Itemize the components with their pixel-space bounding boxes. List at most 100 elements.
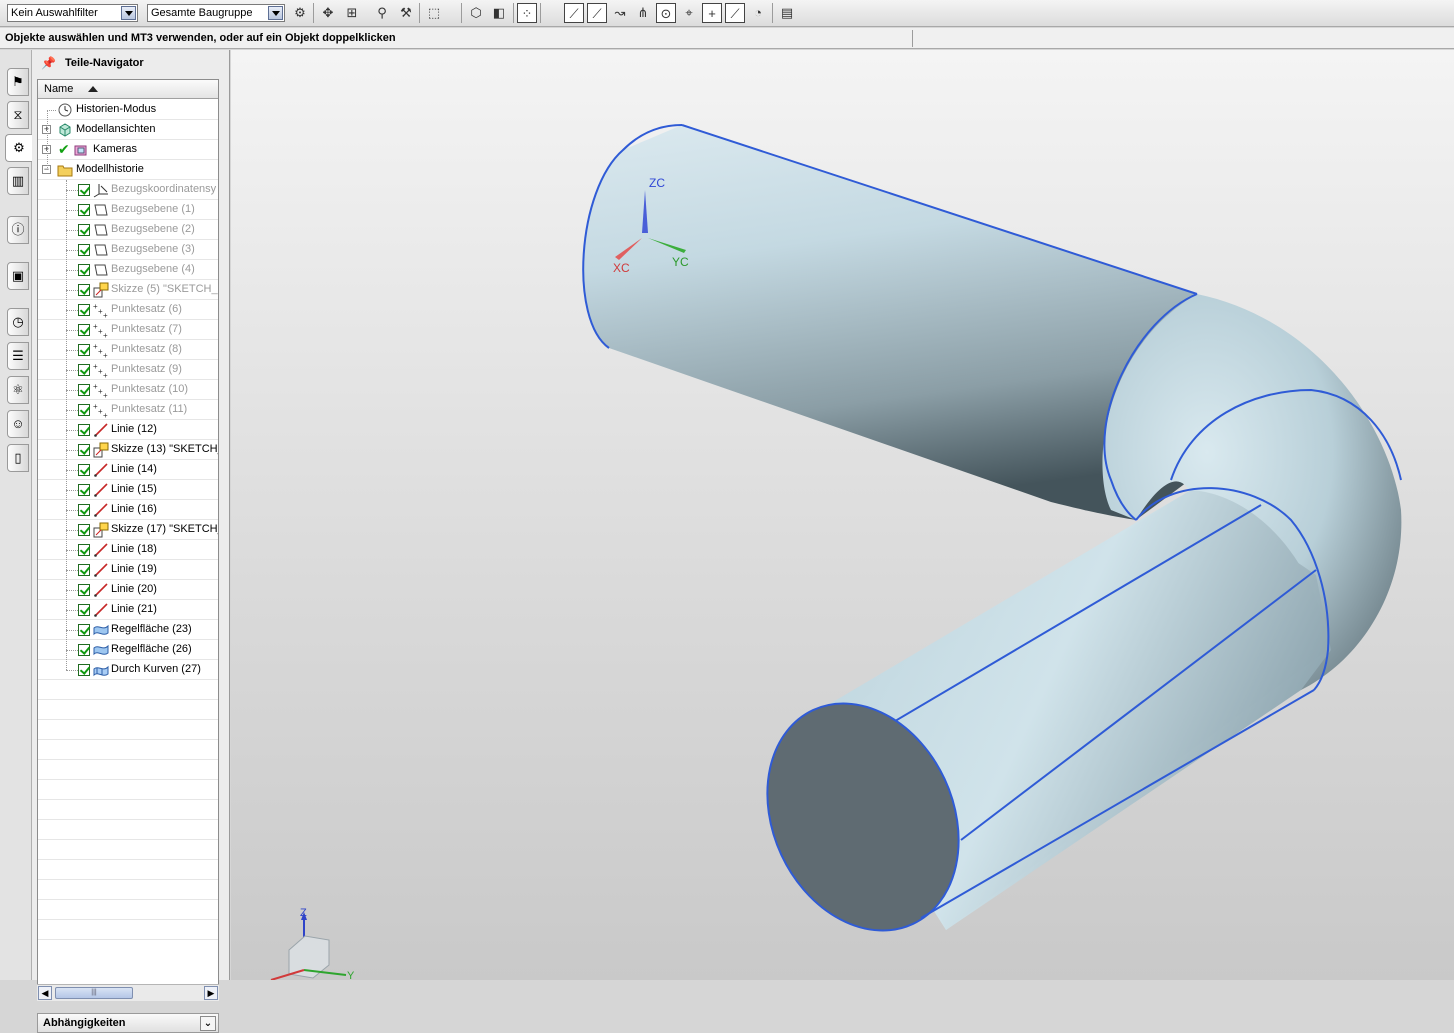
feature-checkbox[interactable]: [78, 544, 90, 556]
horizontal-scrollbar[interactable]: ◀ ||| ▶: [37, 984, 219, 1001]
tree-row[interactable]: Bezugskoordinatensy: [38, 180, 218, 200]
rectangle-select-icon[interactable]: ⬚: [424, 3, 444, 23]
palette-tab[interactable]: ▣: [7, 262, 29, 290]
chevron-down-icon[interactable]: [268, 6, 283, 20]
view-triad[interactable]: Z Y: [270, 907, 355, 980]
process-studio-tab[interactable]: ⚛: [7, 376, 29, 404]
feature-checkbox[interactable]: [78, 384, 90, 396]
column-header-name[interactable]: Name: [38, 80, 218, 99]
constraint-navigator-tab[interactable]: ⧖: [7, 101, 29, 129]
feature-checkbox[interactable]: [78, 604, 90, 616]
feature-checkbox[interactable]: [78, 504, 90, 516]
feature-checkbox[interactable]: [78, 584, 90, 596]
tree-row[interactable]: + Modellansichten: [38, 120, 218, 140]
control-point-icon[interactable]: ↝: [610, 3, 630, 23]
tree-row[interactable]: + + + Punktesatz (11): [38, 400, 218, 420]
layer-settings-icon[interactable]: ▤: [777, 3, 797, 23]
existing-point-icon[interactable]: +: [702, 3, 722, 23]
system-scenes-tab[interactable]: ▯: [7, 444, 29, 472]
tree-row[interactable]: + + + Punktesatz (8): [38, 340, 218, 360]
quadrant-point-icon[interactable]: ⌖: [679, 3, 699, 23]
shaded-cube-icon[interactable]: ◧: [489, 3, 509, 23]
tree-row[interactable]: + ✔ Kameras: [38, 140, 218, 160]
point-on-curve-icon[interactable]: ⟋: [725, 3, 745, 23]
tree-row[interactable]: Historien-Modus: [38, 100, 218, 120]
feature-checkbox[interactable]: [78, 324, 90, 336]
reuse-library-tab[interactable]: ▥: [7, 167, 29, 195]
arc-center-icon[interactable]: ⊙: [656, 3, 676, 23]
tree-row[interactable]: Regelfläche (26): [38, 640, 218, 660]
feature-checkbox[interactable]: [78, 664, 90, 676]
snap-points-icon[interactable]: ⁘: [517, 3, 537, 23]
scroll-right-button[interactable]: ▶: [204, 986, 218, 1000]
feature-checkbox[interactable]: [78, 484, 90, 496]
tree-row[interactable]: Linie (15): [38, 480, 218, 500]
feature-checkbox[interactable]: [78, 644, 90, 656]
history-tab[interactable]: ◷: [7, 308, 29, 336]
chevron-down-icon[interactable]: ⌄: [200, 1016, 216, 1031]
chevron-down-icon[interactable]: [121, 6, 136, 20]
select-similar-icon[interactable]: ⚒: [396, 3, 416, 23]
tree-row[interactable]: + + + Punktesatz (6): [38, 300, 218, 320]
tree-row[interactable]: Bezugsebene (1): [38, 200, 218, 220]
visible-check-icon[interactable]: ✔: [58, 140, 70, 159]
web-browser-tab[interactable]: ⓘ: [7, 216, 29, 244]
intersection-point-icon[interactable]: ⋔: [633, 3, 653, 23]
tree-row[interactable]: + + + Punktesatz (7): [38, 320, 218, 340]
tree-row[interactable]: Regelfläche (23): [38, 620, 218, 640]
select-box-icon[interactable]: ⊞: [342, 3, 362, 23]
model-view[interactable]: ZC XC YC Z Y: [231, 50, 1454, 980]
tree-row[interactable]: Linie (18): [38, 540, 218, 560]
feature-checkbox[interactable]: [78, 344, 90, 356]
feature-checkbox[interactable]: [78, 264, 90, 276]
tree-row[interactable]: − Modellhistorie: [38, 160, 218, 180]
scroll-left-button[interactable]: ◀: [38, 986, 52, 1000]
system-materials-tab[interactable]: ☰: [7, 342, 29, 370]
part-navigator-tab[interactable]: ⚙: [5, 134, 32, 162]
solid-body-icon[interactable]: ⬡: [466, 3, 486, 23]
feature-checkbox[interactable]: [78, 564, 90, 576]
tree-row[interactable]: Linie (20): [38, 580, 218, 600]
feature-checkbox[interactable]: [78, 284, 90, 296]
pin-icon[interactable]: 📌: [41, 50, 56, 76]
assembly-navigator-tab[interactable]: ⚑: [7, 68, 29, 96]
feature-checkbox[interactable]: [78, 304, 90, 316]
feature-checkbox[interactable]: [78, 364, 90, 376]
selection-filter-dropdown[interactable]: Kein Auswahlfilter: [7, 4, 138, 22]
point-on-face-icon[interactable]: ◔: [748, 3, 768, 23]
tree-row[interactable]: Linie (14): [38, 460, 218, 480]
mid-point-icon[interactable]: ⟋: [587, 3, 607, 23]
tree-row[interactable]: + + + Punktesatz (10): [38, 380, 218, 400]
tree-row[interactable]: Bezugsebene (2): [38, 220, 218, 240]
tree-row[interactable]: Linie (19): [38, 560, 218, 580]
tree-row[interactable]: Skizze (13) "SKETCH_: [38, 440, 218, 460]
feature-checkbox[interactable]: [78, 424, 90, 436]
tree-row[interactable]: Bezugsebene (4): [38, 260, 218, 280]
scroll-thumb[interactable]: |||: [55, 987, 133, 999]
feature-checkbox[interactable]: [78, 464, 90, 476]
feature-checkbox[interactable]: [78, 224, 90, 236]
dependencies-panel-header[interactable]: Abhängigkeiten ⌄: [37, 1013, 219, 1033]
graphics-viewport[interactable]: ZC XC YC Z Y: [231, 50, 1454, 980]
tree-row[interactable]: Linie (16): [38, 500, 218, 520]
tree-row[interactable]: Durch Kurven (27): [38, 660, 218, 680]
filter-settings-icon[interactable]: ⚙: [290, 3, 310, 23]
feature-checkbox[interactable]: [78, 244, 90, 256]
feature-checkbox[interactable]: [78, 404, 90, 416]
feature-checkbox[interactable]: [78, 524, 90, 536]
feature-checkbox[interactable]: [78, 624, 90, 636]
feature-checkbox[interactable]: [78, 204, 90, 216]
tree-row[interactable]: Skizze (5) "SKETCH_0: [38, 280, 218, 300]
feature-checkbox[interactable]: [78, 444, 90, 456]
tree-row[interactable]: Linie (21): [38, 600, 218, 620]
end-point-icon[interactable]: ⟋: [564, 3, 584, 23]
tree-row[interactable]: Skizze (17) "SKETCH_: [38, 520, 218, 540]
assembly-scope-dropdown[interactable]: Gesamte Baugruppe: [147, 4, 285, 22]
select-features-icon[interactable]: ✥: [318, 3, 338, 23]
tree-row[interactable]: Bezugsebene (3): [38, 240, 218, 260]
tree-row[interactable]: Linie (12): [38, 420, 218, 440]
tree-row[interactable]: + + + Punktesatz (9): [38, 360, 218, 380]
feature-checkbox[interactable]: [78, 184, 90, 196]
select-chain-icon[interactable]: ⚲: [372, 3, 392, 23]
roles-tab[interactable]: ☺: [7, 410, 29, 438]
